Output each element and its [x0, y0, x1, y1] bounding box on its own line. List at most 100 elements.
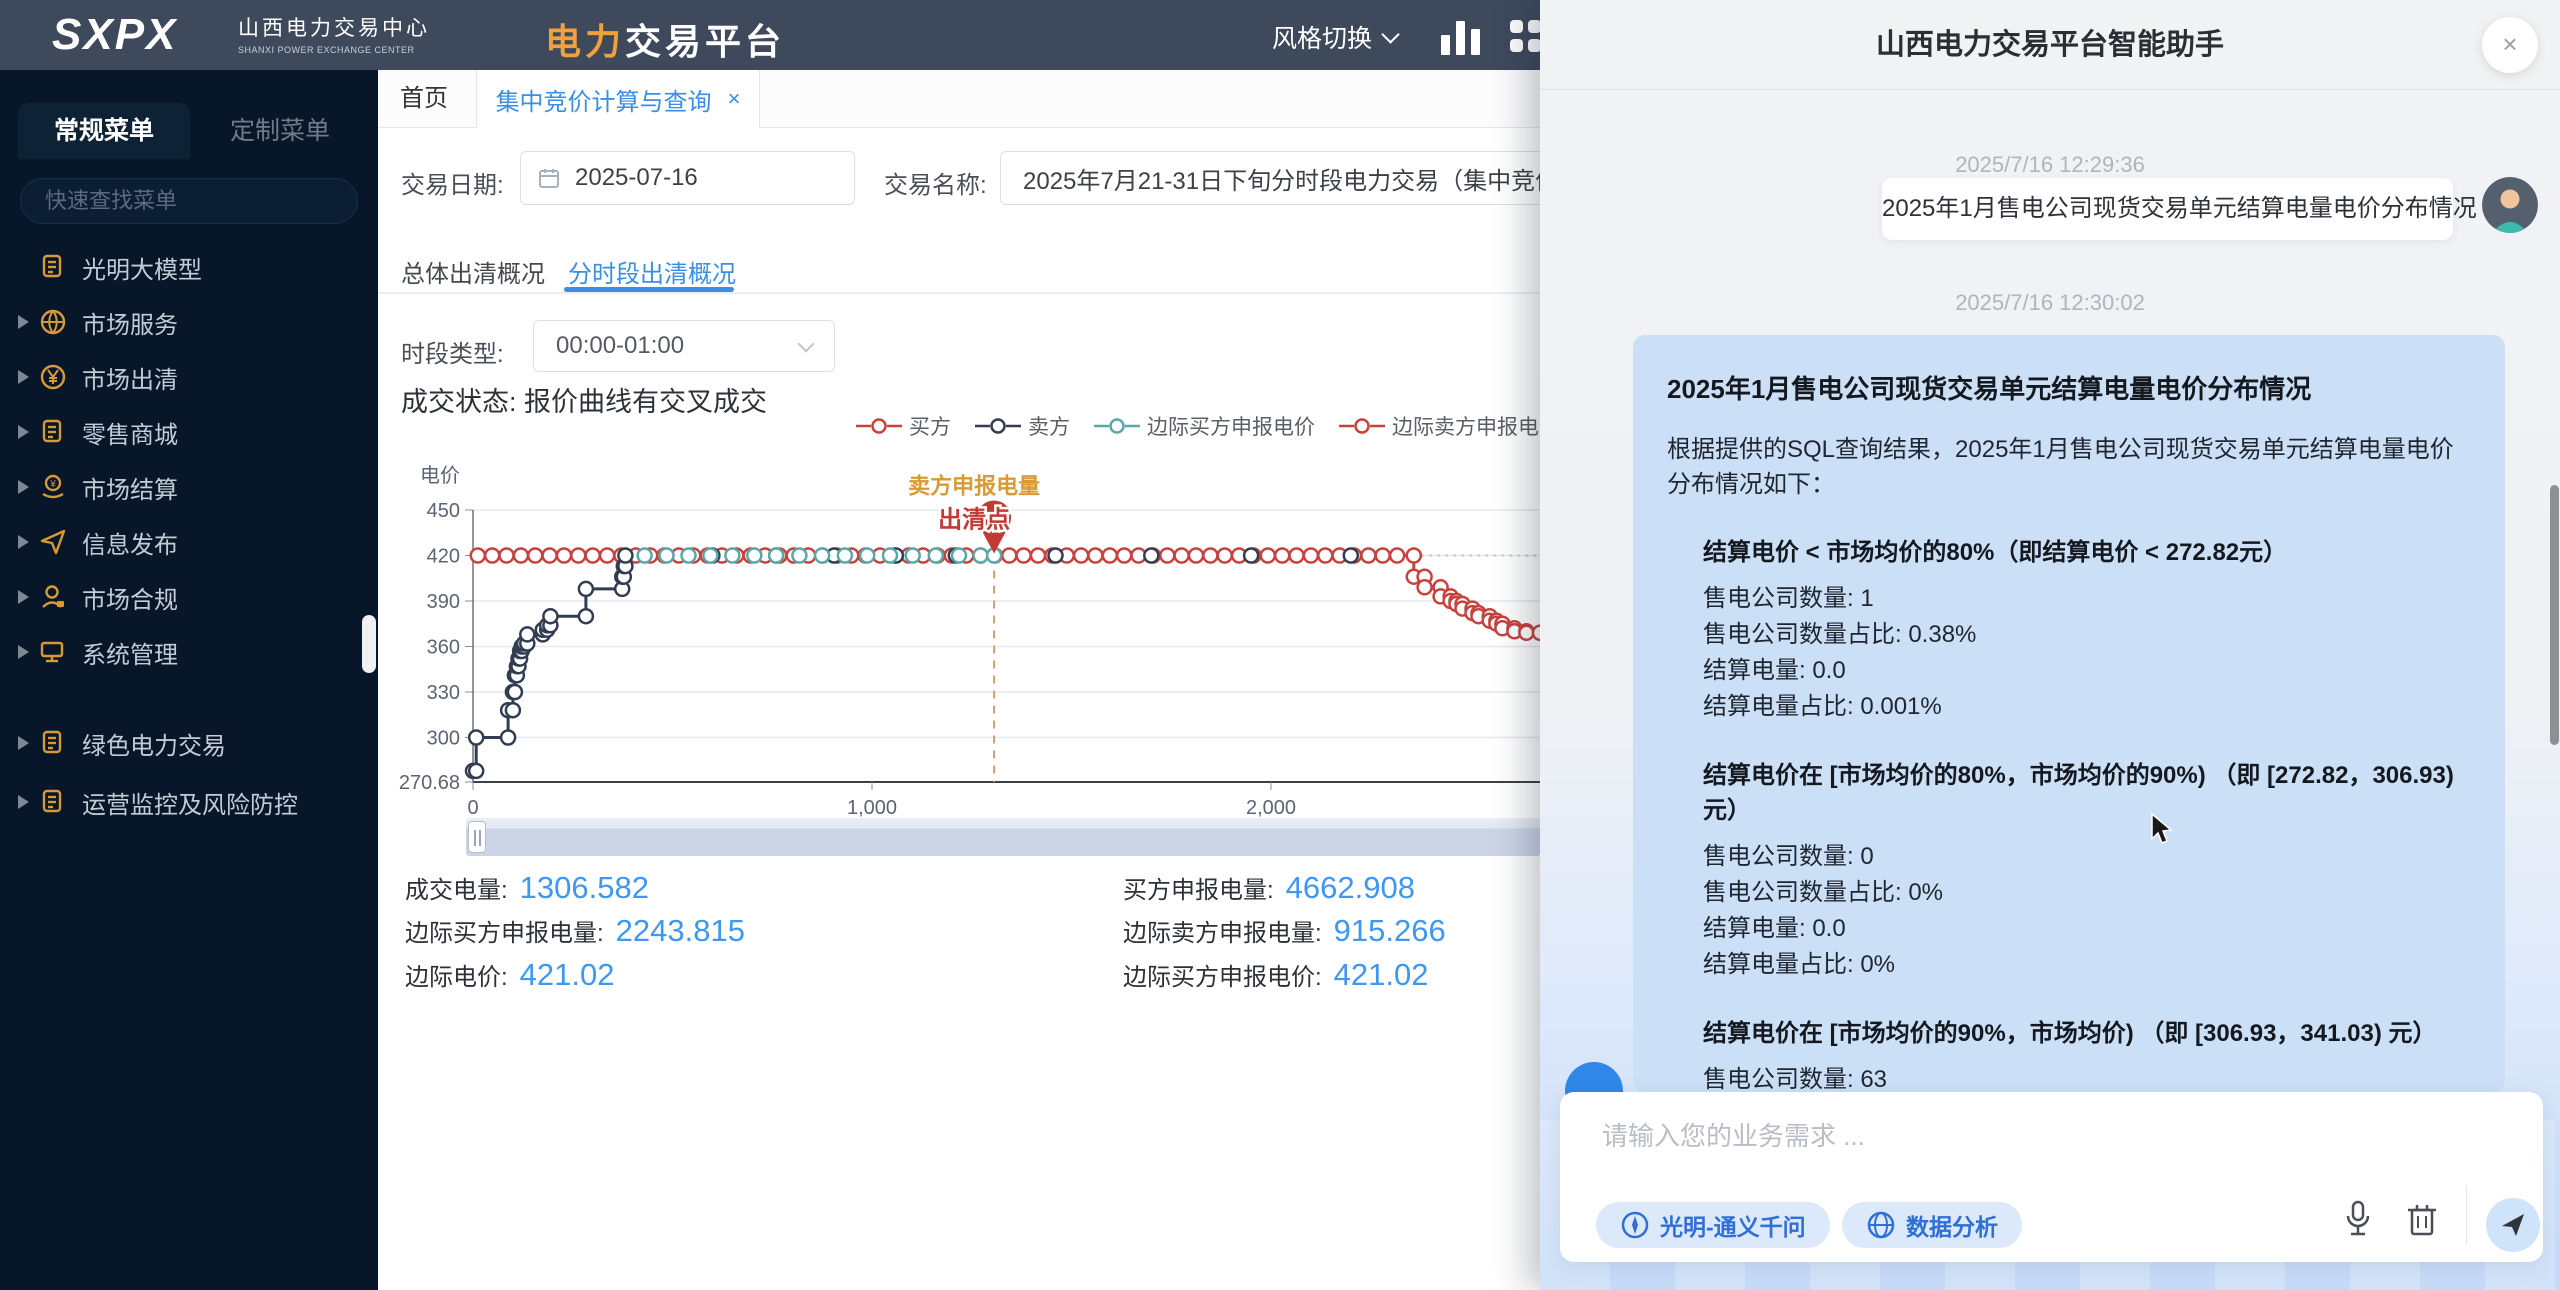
trade-name-label: 交易名称:: [884, 165, 987, 200]
sidebar-search-input[interactable]: [21, 179, 357, 223]
sidebar-search[interactable]: [20, 178, 358, 224]
expand-arrow-icon: [18, 795, 29, 809]
chevron-down-icon: [798, 335, 815, 352]
svg-text:2,000: 2,000: [1246, 797, 1296, 819]
legend-item-0[interactable]: 买方: [856, 411, 951, 441]
sidebar-item-5[interactable]: 信息发布: [0, 522, 378, 562]
chart-datazoom-slider[interactable]: [466, 818, 1540, 856]
trade-date-label: 交易日期:: [401, 165, 504, 200]
subtab-period[interactable]: 分时段出清概况: [568, 254, 736, 289]
main-content: 首页 集中竞价计算与查询 × 交易日期: 交易名称: 总体出清概况 分时段出清概…: [378, 70, 1540, 1290]
response-sections: 结算电价 < 市场均价的80%（即结算电价 < 272.82元）售电公司数量: …: [1667, 532, 2471, 1092]
sidebar-item-3[interactable]: 零售商城: [0, 412, 378, 452]
svg-text:390: 390: [427, 591, 460, 613]
product-title: 电力交易平台: [545, 13, 785, 65]
panel-scrollbar-thumb[interactable]: [2550, 485, 2559, 745]
message-timestamp: 2025/7/16 12:30:02: [1540, 290, 2560, 316]
response-section-1: 结算电价在 [市场均价的80%，市场均价的90%) （即 [272.82，306…: [1667, 755, 2471, 983]
bar-chart-icon[interactable]: [1441, 17, 1485, 55]
yen-icon: [38, 362, 68, 392]
legend-marker-icon: [1339, 418, 1385, 434]
response-intro: 根据提供的SQL查询结果，2025年1月售电公司现货交易单元结算电量电价分布情况…: [1667, 432, 2471, 502]
expand-arrow-icon: [18, 315, 29, 329]
assistant-panel: 山西电力交易平台智能助手 × 2025/7/16 12:29:36 2025年1…: [1540, 0, 2560, 1290]
svg-text:360: 360: [427, 637, 460, 659]
svg-text:0: 0: [467, 797, 478, 819]
svg-text:270.68: 270.68: [399, 772, 460, 794]
trade-date-field[interactable]: [520, 151, 855, 205]
sidebar-item-8[interactable]: 绿色电力交易: [0, 723, 378, 763]
svg-text:电价: 电价: [420, 464, 460, 487]
assistant-close-button[interactable]: ×: [2482, 17, 2538, 73]
trade-name-input[interactable]: [1021, 163, 1540, 193]
chevron-down-icon: [1381, 25, 1399, 43]
price-curve-chart[interactable]: 450420390360330300270.68电价01,0002,000卖方申…: [378, 440, 1540, 825]
svg-text:420: 420: [427, 546, 460, 568]
sidebar-scrollbar[interactable]: [362, 615, 376, 673]
send-icon: [38, 527, 68, 557]
legend-marker-icon: [1094, 418, 1140, 434]
chat-input-card: 光明-通义千问 数据分析: [1560, 1092, 2543, 1262]
tab-bidding-query[interactable]: 集中竞价计算与查询 ×: [476, 70, 760, 128]
stat-3: 边际卖方申报电量:915.266: [1123, 913, 1446, 949]
model-pill-tongyi[interactable]: 光明-通义千问: [1596, 1202, 1830, 1248]
sidebar-item-7[interactable]: 系统管理: [0, 632, 378, 672]
style-switch-dropdown[interactable]: 风格切换: [1272, 19, 1397, 55]
tab-home[interactable]: 首页: [400, 70, 448, 128]
doc-icon: [38, 417, 68, 447]
doc-icon: [38, 728, 68, 758]
period-type-select[interactable]: 00:00-01:00: [533, 320, 835, 372]
expand-arrow-icon: [18, 535, 29, 549]
doc-icon: [38, 787, 68, 817]
legend-item-1[interactable]: 卖方: [975, 411, 1070, 441]
calendar-icon: [537, 166, 561, 190]
sidebar-item-2[interactable]: 市场出清: [0, 357, 378, 397]
svg-text:出清点: 出清点: [938, 506, 1010, 533]
message-timestamp: 2025/7/16 12:29:36: [1540, 152, 2560, 178]
stat-5: 边际买方申报电价:421.02: [1123, 957, 1429, 993]
data-analysis-pill[interactable]: 数据分析: [1842, 1202, 2022, 1248]
period-type-label: 时段类型:: [401, 334, 504, 369]
expand-arrow-icon: [18, 425, 29, 439]
coin-icon: ¥: [38, 472, 68, 502]
response-section-2: 结算电价在 [市场均价的90%，市场均价) （即 [306.93，341.03)…: [1667, 1013, 2471, 1092]
sidebar-item-0[interactable]: 光明大模型: [0, 247, 378, 287]
trade-date-input[interactable]: [573, 163, 854, 193]
monitor-icon: [38, 637, 68, 667]
trash-icon[interactable]: [2405, 1200, 2439, 1238]
sidebar-item-4[interactable]: ¥市场结算: [0, 467, 378, 507]
sidebar-tab-custom[interactable]: 定制菜单: [200, 103, 360, 159]
legend-marker-icon: [856, 418, 902, 434]
deal-status: 成交状态: 报价曲线有交叉成交: [401, 380, 767, 419]
tab-close-icon[interactable]: ×: [728, 86, 741, 112]
expand-arrow-icon: [18, 736, 29, 750]
svg-text:330: 330: [427, 682, 460, 704]
assistant-header: 山西电力交易平台智能助手: [1540, 0, 2560, 90]
microphone-icon[interactable]: [2341, 1200, 2375, 1238]
trade-name-field[interactable]: [1000, 151, 1540, 205]
sidebar-tab-regular[interactable]: 常规菜单: [18, 103, 190, 159]
response-title: 2025年1月售电公司现货交易单元结算电量电价分布情况: [1667, 369, 2471, 406]
svg-text:卖方申报电量: 卖方申报电量: [908, 473, 1040, 498]
subtab-overall[interactable]: 总体出清概况: [401, 254, 545, 289]
stat-4: 边际电价:421.02: [405, 957, 615, 993]
chart-legend: 买方卖方边际买方申报电价边际卖方申报电价边际: [856, 410, 1540, 442]
response-section-0: 结算电价 < 市场均价的80%（即结算电价 < 272.82元）售电公司数量: …: [1667, 532, 2471, 725]
stat-2: 边际买方申报电量:2243.815: [405, 913, 745, 949]
assistant-title: 山西电力交易平台智能助手: [1540, 0, 2560, 90]
datazoom-handle[interactable]: [468, 821, 486, 853]
send-button[interactable]: [2486, 1198, 2540, 1252]
assistant-response-bubble: 2025年1月售电公司现货交易单元结算电量电价分布情况 根据提供的SQL查询结果…: [1633, 335, 2505, 1092]
legend-item-2[interactable]: 边际买方申报电价: [1094, 411, 1315, 441]
sidebar-item-1[interactable]: 市场服务: [0, 302, 378, 342]
expand-arrow-icon: [18, 480, 29, 494]
page-tabbar: 首页 集中竞价计算与查询 ×: [378, 70, 1540, 128]
legend-item-3[interactable]: 边际卖方申报电价: [1339, 411, 1540, 441]
svg-text:1,000: 1,000: [847, 797, 897, 819]
doc-icon: [38, 252, 68, 282]
sidebar-item-9[interactable]: 运营监控及风险防控: [0, 782, 378, 822]
expand-arrow-icon: [18, 260, 29, 274]
chat-input[interactable]: [1600, 1114, 2420, 1158]
globe-icon: [38, 307, 68, 337]
sidebar-item-6[interactable]: 市场合规: [0, 577, 378, 617]
